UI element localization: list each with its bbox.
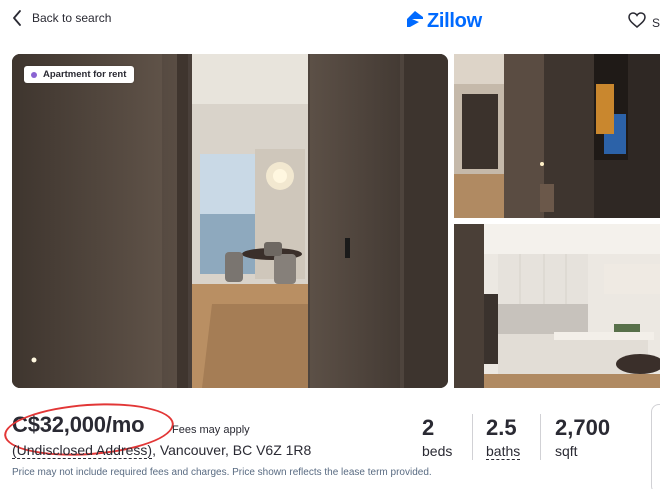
heart-icon [628,12,646,33]
zillow-wordmark: Zillow [427,10,482,32]
listing-address: (Undisclosed Address), Vancouver, BC V6Z… [12,442,312,459]
beds-label: beds [422,443,453,459]
baths-value: 2.5 [486,415,517,440]
secondary-photo-hallway[interactable] [454,54,660,218]
undisclosed-address-link[interactable]: (Undisclosed Address) [12,442,153,459]
photo-gallery: Apartment for rent [12,54,660,388]
price-disclaimer: Price may not include required fees and … [12,467,432,478]
stat-divider [540,414,541,460]
stat-sqft: 2,700 sqft [555,415,611,460]
rent-price: C$32,000/mo [12,412,145,437]
sqft-label: sqft [555,443,578,459]
zillow-logo[interactable]: Zillow [406,10,482,33]
save-button[interactable]: S [628,12,660,33]
save-label: S [652,15,660,30]
back-to-search-label: Back to search [32,11,112,25]
sqft-value: 2,700 [555,415,611,440]
stat-beds: 2 beds [422,415,453,460]
contact-panel-edge [651,404,660,489]
stat-divider [472,414,473,460]
zillow-house-icon [406,10,424,33]
back-to-search-button[interactable]: Back to search [12,10,111,26]
address-city: , Vancouver, BC V6Z 1R8 [152,442,312,458]
secondary-photo-kitchen[interactable] [454,224,660,388]
top-bar: Back to search Zillow S [0,0,660,44]
chevron-left-icon [12,10,22,26]
baths-label[interactable]: baths [486,443,521,460]
status-dot-icon [31,71,37,78]
stat-baths: 2.5 baths [486,415,521,461]
beds-value: 2 [422,415,435,440]
listing-type-label: Apartment for rent [43,69,127,80]
fees-note: Fees may apply [172,424,250,436]
listing-type-badge: Apartment for rent [24,66,135,83]
main-photo[interactable]: Apartment for rent [12,54,448,388]
